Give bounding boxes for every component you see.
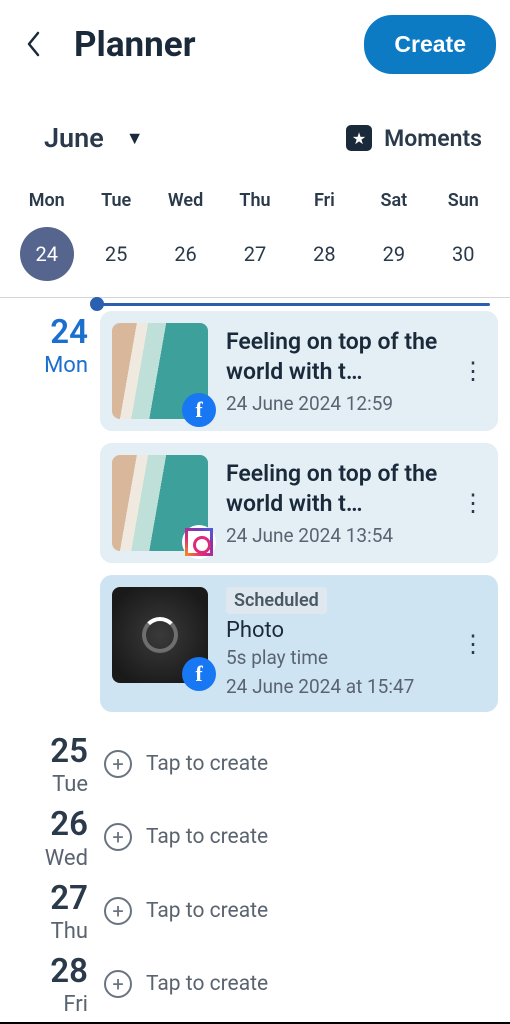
header-bar: Planner Create [0,0,510,88]
post-thumbnail-2 [112,455,208,551]
tap-to-create-25[interactable]: + Tap to create [100,736,498,792]
day-section-25: 25 Tue + Tap to create [0,724,510,797]
day-section-24: 24 Mon f Feeling on top of the world wit… [0,311,510,724]
scheduled-card[interactable]: f Scheduled Photo 5s play time 24 June 2… [100,575,498,712]
scheduled-subtitle: Photo [226,618,458,643]
caret-down-icon[interactable]: ▼ [126,128,144,149]
day-label-26: 26 Wed [12,803,96,870]
plus-circle-icon: + [104,897,132,925]
post-time-1: 24 June 2024 12:59 [226,392,458,415]
day-section-27: 27 Thu + Tap to create [0,871,510,944]
dow-sun: Sun [429,190,498,211]
post-thumbnail-1: f [112,323,208,419]
scheduled-thumbnail: f [112,587,208,683]
date-cell-25[interactable]: 25 [81,227,150,281]
month-selector-label[interactable]: June [44,122,104,154]
facebook-icon: f [182,657,216,691]
post-card-1[interactable]: f Feeling on top of the world with t… 24… [100,311,498,431]
plus-circle-icon: + [104,823,132,851]
more-button-2[interactable]: ⋮ [458,489,488,517]
week-days-row: Mon Tue Wed Thu Fri Sat Sun [0,172,510,213]
day-section-28: 28 Fri + Tap to create [0,944,510,1017]
scheduled-tag: Scheduled [226,587,327,614]
plus-circle-icon: + [104,750,132,778]
dow-thu: Thu [220,190,289,211]
day-label-27: 27 Thu [12,877,96,944]
timeline-indicator [0,299,510,311]
divider [0,297,510,298]
back-button[interactable] [14,30,54,58]
plus-circle-icon: + [104,970,132,998]
scheduled-meta-playtime: 5s play time [226,645,458,672]
tap-to-create-28[interactable]: + Tap to create [100,956,498,1012]
more-button-scheduled[interactable]: ⋮ [458,630,488,658]
dow-sat: Sat [359,190,428,211]
date-cell-26[interactable]: 26 [151,227,220,281]
day-label-24: 24 Mon [12,311,96,724]
loading-icon [142,617,178,653]
tap-to-create-26[interactable]: + Tap to create [100,809,498,865]
tap-to-create-27[interactable]: + Tap to create [100,883,498,939]
instagram-icon [182,525,216,559]
week-dates-row: 24 25 26 27 28 29 30 [0,213,510,297]
post-card-2[interactable]: Feeling on top of the world with t… 24 J… [100,443,498,563]
subheader: June ▼ ★ Moments [0,88,510,172]
dow-fri: Fri [290,190,359,211]
post-time-2: 24 June 2024 13:54 [226,524,458,547]
dow-tue: Tue [81,190,150,211]
create-button[interactable]: Create [364,15,496,74]
day-label-28: 28 Fri [12,950,96,1017]
day-section-26: 26 Wed + Tap to create [0,797,510,870]
chevron-left-icon [25,30,43,58]
post-title-2: Feeling on top of the world with t… [226,459,458,519]
scheduled-meta-time: 24 June 2024 at 15:47 [226,674,458,701]
dow-wed: Wed [151,190,220,211]
moments-star-icon[interactable]: ★ [346,125,372,151]
facebook-icon: f [182,393,216,427]
moments-button[interactable]: Moments [384,125,482,152]
date-cell-29[interactable]: 29 [359,227,428,281]
page-title: Planner [74,24,196,65]
date-cell-28[interactable]: 28 [290,227,359,281]
more-button-1[interactable]: ⋮ [458,357,488,385]
date-cell-30[interactable]: 30 [429,227,498,281]
dow-mon: Mon [12,190,81,211]
day-label-25: 25 Tue [12,730,96,797]
date-cell-27[interactable]: 27 [220,227,289,281]
post-title-1: Feeling on top of the world with t… [226,327,458,387]
date-cell-24[interactable]: 24 [12,227,81,281]
